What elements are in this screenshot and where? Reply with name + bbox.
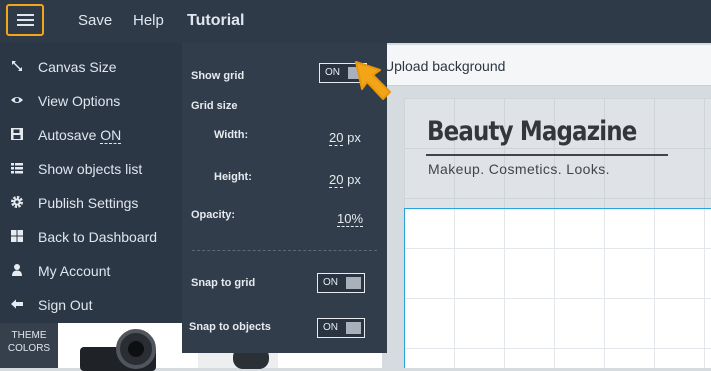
- opacity-value: 10%: [337, 211, 364, 227]
- canvas-area: Beauty Magazine Makeup. Cosmetics. Looks…: [382, 86, 711, 368]
- opacity-input[interactable]: 10%: [337, 211, 364, 227]
- theme-colors-button[interactable]: THEME COLORS: [0, 329, 58, 355]
- menu-item-back-to-dashboard[interactable]: Back to Dashboard: [0, 220, 182, 254]
- help-button[interactable]: Help: [133, 12, 164, 29]
- eye-icon: [10, 93, 24, 107]
- save-button[interactable]: Save: [78, 12, 112, 29]
- gear-icon: [10, 195, 24, 209]
- panel-divider: [192, 250, 377, 251]
- main-menu: Canvas Size View Options Autosave ON Sho…: [0, 43, 182, 323]
- menu-label: View Options: [38, 93, 121, 109]
- magazine-subtitle[interactable]: Makeup. Cosmetics. Looks.: [428, 161, 610, 177]
- grid-size-label: Grid size: [191, 100, 238, 112]
- user-icon: [10, 263, 24, 277]
- save-icon: [10, 127, 24, 141]
- menu-label: Show objects list: [38, 161, 143, 177]
- menu-item-publish-settings[interactable]: Publish Settings: [0, 186, 182, 220]
- snap-to-objects-toggle[interactable]: ON: [317, 318, 365, 338]
- grid-height-label: Height:: [214, 171, 252, 183]
- menu-button[interactable]: [6, 4, 44, 36]
- canvas-toolbar: Upload background: [382, 45, 711, 86]
- menu-label: My Account: [38, 263, 111, 279]
- document-title: Tutorial: [187, 12, 245, 29]
- magazine-title[interactable]: Beauty Magazine: [427, 116, 637, 147]
- title-rule: [426, 154, 668, 156]
- menu-item-my-account[interactable]: My Account: [0, 254, 182, 288]
- snap-to-grid-toggle[interactable]: ON: [317, 273, 365, 293]
- opacity-label: Opacity:: [191, 209, 236, 221]
- tutorial-pointer-arrow-icon: [355, 61, 391, 100]
- sign-out-icon: [10, 297, 24, 311]
- snap-to-grid-label: Snap to grid: [191, 277, 256, 289]
- menu-item-view-options[interactable]: View Options: [0, 84, 182, 118]
- menu-icon: [17, 14, 34, 16]
- grid-height-input[interactable]: 20: [329, 172, 344, 188]
- show-grid-label: Show grid: [191, 70, 245, 82]
- grid-width-label: Width:: [214, 129, 249, 141]
- header-band[interactable]: [404, 98, 711, 208]
- canvas-page[interactable]: Beauty Magazine Makeup. Cosmetics. Looks…: [404, 98, 711, 368]
- top-bar: Save Help Tutorial: [0, 0, 711, 43]
- menu-item-autosave[interactable]: Autosave ON: [0, 118, 182, 152]
- upload-background-button[interactable]: Upload background: [384, 58, 505, 74]
- grid-width-input[interactable]: 20: [329, 130, 344, 146]
- autosave-value[interactable]: ON: [100, 127, 122, 144]
- grid-width-value: 20 px: [329, 130, 361, 146]
- menu-label: Canvas Size: [38, 59, 117, 75]
- menu-label: Autosave: [38, 127, 97, 143]
- menu-label: Back to Dashboard: [38, 229, 158, 245]
- menu-item-sign-out[interactable]: Sign Out: [0, 288, 182, 322]
- menu-label: Sign Out: [38, 297, 93, 313]
- selection-outline: [404, 208, 711, 368]
- menu-label: Publish Settings: [38, 195, 139, 211]
- grid-height-value: 20 px: [329, 172, 361, 188]
- resize-icon: [10, 59, 24, 73]
- menu-item-canvas-size[interactable]: Canvas Size: [0, 50, 182, 84]
- list-icon: [10, 161, 24, 175]
- menu-item-show-objects-list[interactable]: Show objects list: [0, 152, 182, 186]
- snap-to-objects-label: Snap to objects: [189, 321, 271, 333]
- dashboard-icon: [10, 229, 24, 243]
